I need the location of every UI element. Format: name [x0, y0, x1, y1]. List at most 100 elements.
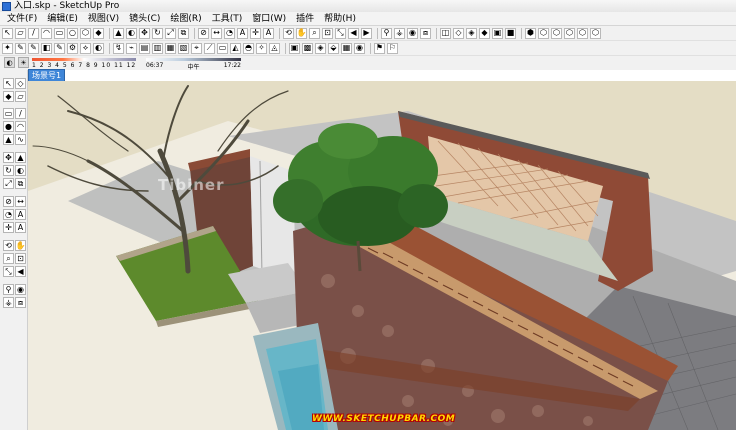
zoom-icon[interactable]: ⌕ — [309, 27, 320, 39]
zoom-window-icon[interactable]: ⊡ — [15, 253, 26, 264]
plugin-25-icon[interactable]: ⬙ — [328, 42, 339, 54]
plugin-29-icon[interactable]: ⚐ — [387, 42, 398, 54]
previous-view-icon[interactable]: ◀ — [15, 266, 26, 277]
time-slider[interactable]: 06:37 中午 17:22 — [146, 56, 241, 71]
pan-icon[interactable]: ✋ — [296, 27, 307, 39]
previous-view-icon[interactable]: ◀ — [348, 27, 359, 39]
paint-icon[interactable]: ◆ — [3, 91, 14, 102]
plugin-4-icon[interactable]: ◧ — [41, 42, 52, 54]
rotate-icon[interactable]: ↻ — [152, 27, 163, 39]
next-view-icon[interactable]: ▶ — [361, 27, 372, 39]
followme-icon[interactable]: ◐ — [15, 165, 26, 176]
plugin-16-icon[interactable]: ⟋ — [204, 42, 215, 54]
protractor-icon[interactable]: ◔ — [224, 27, 235, 39]
shaded-icon[interactable]: ◆ — [479, 27, 490, 39]
select-icon[interactable]: ↖ — [2, 27, 13, 39]
menu-plugins[interactable]: 插件 — [291, 12, 319, 26]
plugin-5-icon[interactable]: ✎ — [54, 42, 65, 54]
zoom-icon[interactable]: ⌕ — [3, 253, 14, 264]
menu-help[interactable]: 帮助(H) — [319, 12, 361, 26]
plugin-27-icon[interactable]: ◉ — [354, 42, 365, 54]
zoom-extents-icon[interactable]: ⤡ — [335, 27, 346, 39]
followme-icon[interactable]: ◐ — [126, 27, 137, 39]
circle-icon[interactable]: ● — [3, 121, 14, 132]
hidden-line-icon[interactable]: ◈ — [466, 27, 477, 39]
axes-icon[interactable]: ✛ — [3, 222, 14, 233]
iso-view-icon[interactable]: ⬢ — [525, 27, 536, 39]
wireframe-icon[interactable]: ◇ — [453, 27, 464, 39]
plugin-17-icon[interactable]: ▭ — [217, 42, 228, 54]
paint-bucket-icon[interactable]: ◆ — [93, 27, 104, 39]
plugin-28-icon[interactable]: ⚑ — [374, 42, 385, 54]
walk-icon[interactable]: ⚶ — [394, 27, 405, 39]
plugin-18-icon[interactable]: ◭ — [230, 42, 241, 54]
pan-icon[interactable]: ✋ — [15, 240, 26, 251]
menu-edit[interactable]: 编辑(E) — [42, 12, 83, 26]
dimension-icon[interactable]: ↔ — [15, 196, 26, 207]
monochrome-icon[interactable]: ■ — [505, 27, 516, 39]
select-icon[interactable]: ↖ — [3, 78, 14, 89]
axes-icon[interactable]: ✛ — [250, 27, 261, 39]
plugin-26-icon[interactable]: ▦ — [341, 42, 352, 54]
menu-camera[interactable]: 镜头(C) — [124, 12, 165, 26]
shadow-settings-icon[interactable]: ☀ — [18, 57, 29, 68]
back-view-icon[interactable]: ⬡ — [577, 27, 588, 39]
plugin-22-icon[interactable]: ▣ — [289, 42, 300, 54]
plugin-24-icon[interactable]: ◈ — [315, 42, 326, 54]
plugin-11-icon[interactable]: ▤ — [139, 42, 150, 54]
shaded-textures-icon[interactable]: ▣ — [492, 27, 503, 39]
position-camera-icon[interactable]: ⚲ — [3, 284, 14, 295]
zoom-window-icon[interactable]: ⊡ — [322, 27, 333, 39]
3dtext-icon[interactable]: A — [15, 222, 26, 233]
plugin-3-icon[interactable]: ✎ — [28, 42, 39, 54]
pencil-icon[interactable]: / — [28, 27, 39, 39]
dimension-icon[interactable]: ↔ — [211, 27, 222, 39]
offset-icon[interactable]: ⧉ — [178, 27, 189, 39]
look-around-icon[interactable]: ◉ — [407, 27, 418, 39]
front-view-icon[interactable]: ⬡ — [551, 27, 562, 39]
model-viewport[interactable]: Tibiner WWW.SKETCHUPBAR.COM — [28, 81, 736, 430]
menu-view[interactable]: 视图(V) — [83, 12, 124, 26]
camera-position-icon[interactable]: ⚲ — [381, 27, 392, 39]
tape-icon[interactable]: ⊘ — [3, 196, 14, 207]
menu-window[interactable]: 窗口(W) — [247, 12, 291, 26]
plugin-13-icon[interactable]: ▦ — [165, 42, 176, 54]
plugin-20-icon[interactable]: ✧ — [256, 42, 267, 54]
3dtext-icon[interactable]: A — [263, 27, 274, 39]
pushpull-icon[interactable]: ▲ — [113, 27, 124, 39]
month-slider[interactable]: 1 2 3 4 5 6 7 8 9 10 11 12 — [32, 56, 136, 69]
protractor-icon[interactable]: ◔ — [3, 209, 14, 220]
move-icon[interactable]: ✥ — [3, 152, 14, 163]
walk-icon[interactable]: ⚶ — [3, 297, 14, 308]
plugin-9-icon[interactable]: ↯ — [113, 42, 124, 54]
rectangle-icon[interactable]: ▭ — [3, 108, 14, 119]
plugin-21-icon[interactable]: ◬ — [269, 42, 280, 54]
plugin-2-icon[interactable]: ✎ — [15, 42, 26, 54]
scale-icon[interactable]: ⤢ — [3, 178, 14, 189]
eraser-icon[interactable]: ▱ — [15, 27, 26, 39]
look-around-icon[interactable]: ◉ — [15, 284, 26, 295]
plugin-19-icon[interactable]: ◓ — [243, 42, 254, 54]
arc-icon[interactable]: ◠ — [41, 27, 52, 39]
menu-file[interactable]: 文件(F) — [2, 12, 42, 26]
right-view-icon[interactable]: ⬡ — [564, 27, 575, 39]
plugin-15-icon[interactable]: ⌖ — [191, 42, 202, 54]
rotate-icon[interactable]: ↻ — [3, 165, 14, 176]
text-icon[interactable]: A — [15, 209, 26, 220]
menu-draw[interactable]: 绘图(R) — [165, 12, 206, 26]
plugin-7-icon[interactable]: ⟡ — [80, 42, 91, 54]
plugin-8-icon[interactable]: ◐ — [93, 42, 104, 54]
shadow-toggle-icon[interactable]: ◐ — [4, 57, 15, 68]
plugin-23-icon[interactable]: ▩ — [302, 42, 313, 54]
tape-icon[interactable]: ⊘ — [198, 27, 209, 39]
freehand-icon[interactable]: ∿ — [15, 134, 26, 145]
move-icon[interactable]: ✥ — [139, 27, 150, 39]
eraser-icon[interactable]: ▱ — [15, 91, 26, 102]
rectangle-icon[interactable]: ▭ — [54, 27, 65, 39]
orbit-icon[interactable]: ⟲ — [283, 27, 294, 39]
xray-icon[interactable]: ◫ — [440, 27, 451, 39]
pushpull-icon[interactable]: ▲ — [15, 152, 26, 163]
orbit-icon[interactable]: ⟲ — [3, 240, 14, 251]
polygon-icon[interactable]: ▲ — [3, 134, 14, 145]
circle-icon[interactable]: ○ — [67, 27, 78, 39]
